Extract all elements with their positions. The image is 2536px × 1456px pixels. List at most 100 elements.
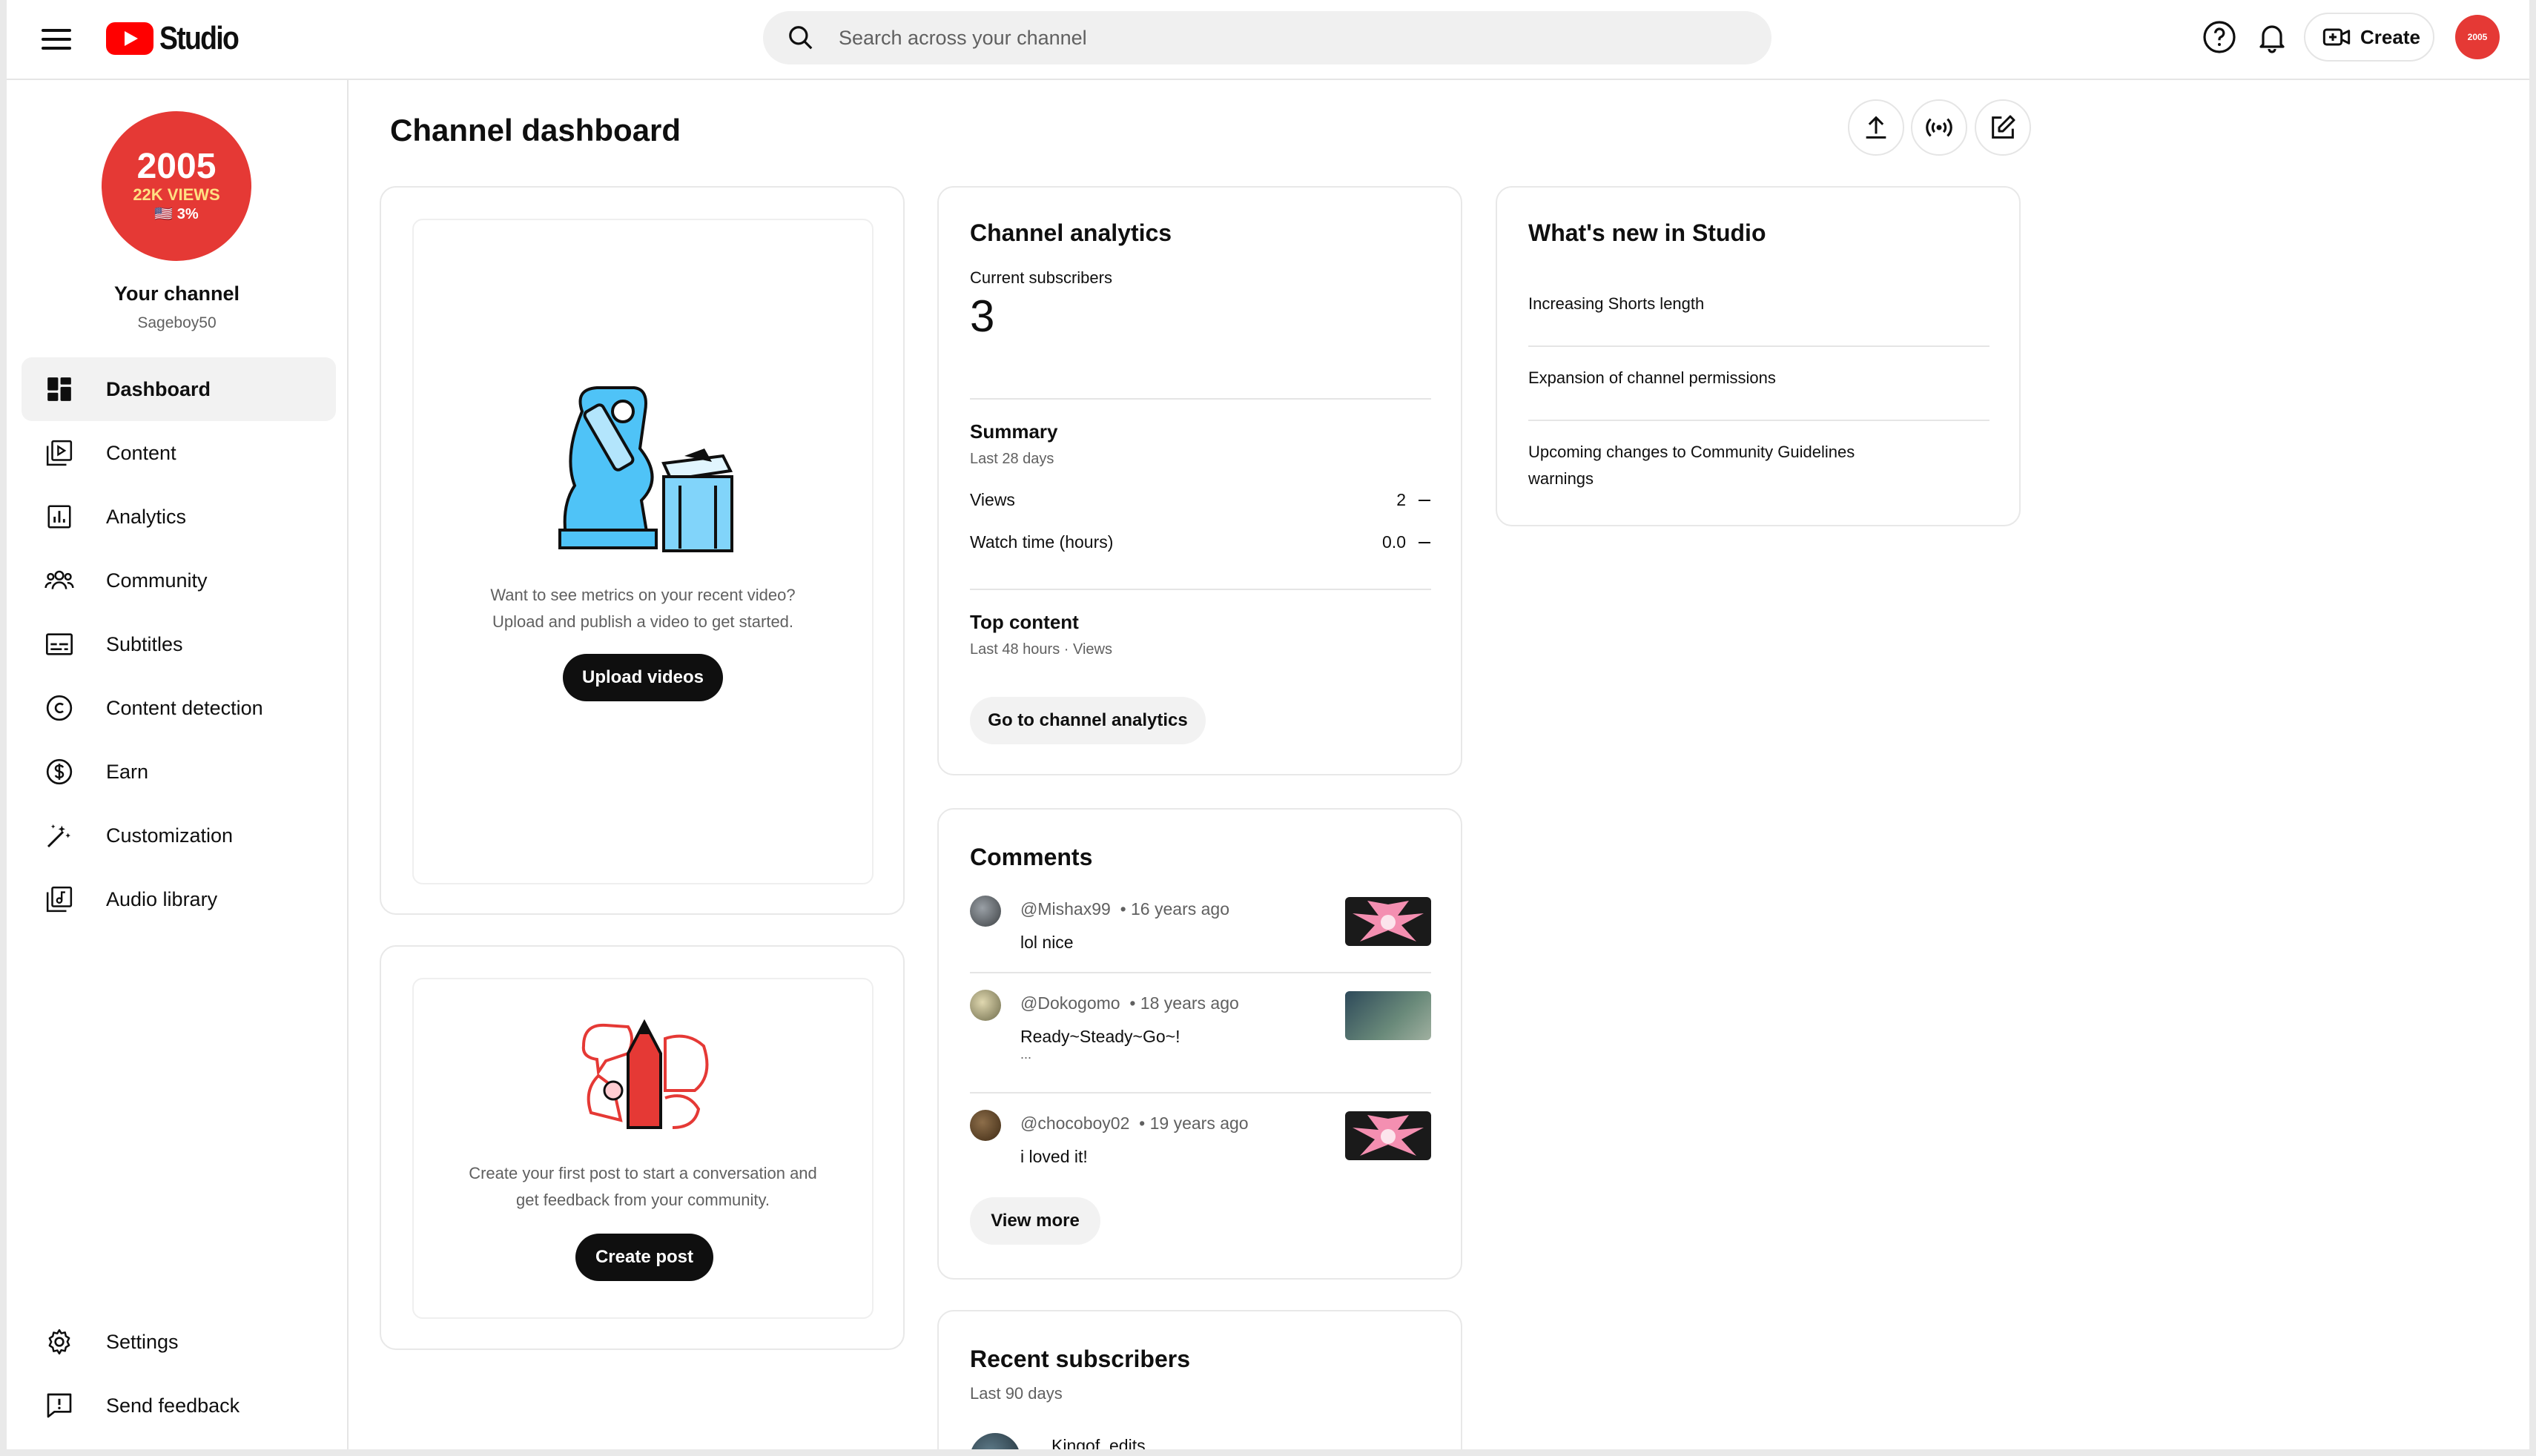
divider — [970, 589, 1431, 590]
sidebar-item-subtitles[interactable]: Subtitles — [22, 612, 336, 676]
channel-handle: Sageboy50 — [137, 314, 217, 331]
sidebar-item-label: Earn — [106, 760, 149, 783]
post-prompt-text: Create your first post to start a conver… — [469, 1164, 817, 1209]
subscriber-name[interactable]: Kingof_edits — [1051, 1436, 1146, 1449]
channel-title[interactable]: Your channel — [7, 282, 347, 305]
sidebar-item-analytics[interactable]: Analytics — [22, 485, 336, 549]
recent-subscribers-card: Recent subscribers Last 90 days Kingof_e… — [937, 1310, 1462, 1449]
video-thumbnail[interactable] — [1345, 897, 1431, 946]
sidebar-item-label: Audio library — [106, 887, 218, 910]
comment-truncated: ... — [1020, 1047, 1032, 1062]
microscope-illustration — [558, 386, 733, 552]
divider — [970, 972, 1431, 973]
create-button[interactable]: Create — [2304, 13, 2434, 62]
go-to-analytics-button[interactable]: Go to channel analytics — [970, 697, 1206, 744]
upload-button[interactable] — [1848, 99, 1904, 156]
recent-subscribers-title: Recent subscribers — [970, 1346, 1191, 1372]
create-post-cta-button[interactable]: Create post — [575, 1234, 713, 1281]
sidebar-item-customization[interactable]: Customization — [22, 804, 336, 867]
analytics-icon — [44, 501, 75, 532]
video-plus-icon — [2322, 28, 2351, 46]
video-thumbnail[interactable] — [1345, 991, 1431, 1040]
comment-text: lol nice — [1020, 933, 1074, 952]
news-item[interactable]: Increasing Shorts length — [1528, 291, 1944, 317]
recent-subscribers-period: Last 90 days — [970, 1384, 1063, 1403]
upload-icon — [1866, 116, 1886, 139]
search-icon — [789, 26, 813, 50]
sidebar-item-community[interactable]: Community — [22, 549, 336, 612]
gear-icon — [44, 1326, 75, 1357]
content-icon — [44, 437, 75, 469]
page-title: Channel dashboard — [390, 113, 681, 148]
sidebar-item-settings[interactable]: Settings — [22, 1310, 336, 1374]
avatar[interactable] — [970, 1110, 1001, 1141]
sidebar-item-audio-library[interactable]: Audio library — [22, 867, 336, 931]
sidebar-item-label: Customization — [106, 824, 234, 847]
sidebar-item-earn[interactable]: Earn — [22, 740, 336, 804]
copyright-icon — [44, 692, 75, 724]
audio-library-icon — [44, 884, 75, 915]
top-content-period: Last 48 hours · Views — [970, 641, 1112, 658]
sidebar-item-label: Community — [106, 569, 208, 592]
avatar[interactable] — [970, 990, 1001, 1021]
trend-neutral-icon — [1419, 542, 1430, 543]
sidebar-item-label: Analytics — [106, 505, 187, 528]
top-bar: Studio Create 2005 — [7, 0, 2529, 80]
watch-time-label: Watch time (hours) — [970, 532, 1114, 552]
summary-title: Summary — [970, 420, 1058, 443]
bell-icon[interactable] — [2254, 19, 2290, 55]
feedback-icon — [44, 1390, 75, 1421]
studio-window: Studio Create 2005 2005 22K VIEWS 🇺🇸 3% … — [7, 0, 2529, 1449]
help-icon[interactable] — [2202, 19, 2237, 55]
account-avatar[interactable]: 2005 — [2455, 15, 2500, 59]
top-content-title: Top content — [970, 611, 1079, 633]
sidebar-item-send-feedback[interactable]: Send feedback — [22, 1374, 336, 1437]
broadcast-icon — [1926, 118, 1952, 137]
subscribers-label: Current subscribers — [970, 268, 1112, 287]
sidebar-item-label: Settings — [106, 1330, 179, 1353]
search-input[interactable] — [837, 25, 1730, 50]
create-label: Create — [2360, 25, 2420, 48]
studio-logo[interactable]: Studio — [106, 18, 252, 59]
sidebar-item-label: Send feedback — [106, 1394, 240, 1417]
news-item[interactable]: Upcoming changes to Community Guidelines… — [1528, 439, 1914, 492]
whats-new-card: What's new in Studio Increasing Shorts l… — [1496, 186, 2021, 526]
sidebar-item-dashboard[interactable]: Dashboard — [22, 357, 336, 421]
avatar[interactable] — [970, 1433, 1020, 1449]
sidebar-item-label: Content detection — [106, 696, 263, 719]
divider — [970, 1092, 1431, 1093]
create-post-button[interactable] — [1975, 99, 2031, 156]
view-more-comments-button[interactable]: View more — [970, 1197, 1100, 1245]
search-bar[interactable] — [763, 11, 1771, 64]
avatar[interactable] — [970, 896, 1001, 927]
upload-videos-button[interactable]: Upload videos — [563, 654, 723, 701]
video-thumbnail[interactable] — [1345, 1111, 1431, 1160]
analytics-title: Channel analytics — [970, 219, 1172, 246]
comment-author[interactable]: @Dokogomo • 18 years ago — [1020, 993, 1239, 1013]
sidebar-item-label: Content — [106, 441, 176, 464]
menu-icon[interactable] — [42, 24, 71, 54]
logo-text: Studio — [159, 20, 240, 56]
views-value: 2 — [1396, 490, 1406, 509]
subtitles-icon — [44, 629, 75, 660]
sidebar-item-content-detection[interactable]: Content detection — [22, 676, 336, 740]
sidebar-item-label: Dashboard — [106, 377, 211, 400]
dashboard-icon — [44, 374, 75, 405]
upload-prompt-panel: Want to see metrics on your recent video… — [412, 219, 874, 884]
post-prompt-panel: Create your first post to start a conver… — [412, 978, 874, 1319]
sidebar-item-label: Subtitles — [106, 632, 183, 655]
channel-analytics-card: Channel analytics Current subscribers 3 … — [937, 186, 1462, 775]
news-item[interactable]: Expansion of channel permissions — [1528, 365, 1944, 391]
upload-prompt-text: Want to see metrics on your recent video… — [490, 586, 796, 631]
edit-icon — [1992, 115, 2015, 139]
sidebar: 2005 22K VIEWS 🇺🇸 3% Your channel Sagebo… — [7, 80, 349, 1449]
comment-text: Ready~Steady~Go~! — [1020, 1027, 1181, 1046]
channel-avatar[interactable]: 2005 22K VIEWS 🇺🇸 3% — [102, 111, 251, 261]
trend-neutral-icon — [1419, 500, 1430, 501]
youtube-play-icon — [106, 22, 153, 55]
go-live-button[interactable] — [1911, 99, 1967, 156]
sidebar-item-content[interactable]: Content — [22, 421, 336, 485]
comment-author[interactable]: @chocoboy02 • 19 years ago — [1020, 1113, 1249, 1134]
comments-card: Comments @Mishax99 • 16 years ago lol ni… — [937, 808, 1462, 1280]
comment-author[interactable]: @Mishax99 • 16 years ago — [1020, 899, 1229, 919]
